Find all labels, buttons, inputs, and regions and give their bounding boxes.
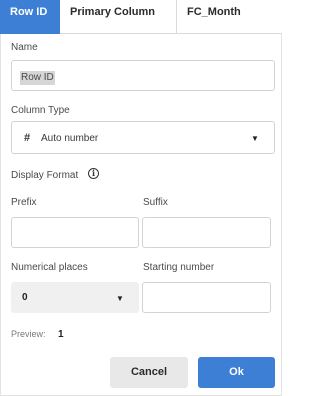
preview-label: Preview: xyxy=(11,329,46,339)
name-input[interactable]: Row ID xyxy=(11,60,275,91)
prefix-label: Prefix xyxy=(11,197,37,208)
display-format-label: Display Format xyxy=(11,170,79,181)
column-type-select[interactable]: # Auto number ▼ xyxy=(11,121,275,154)
starting-number-input[interactable] xyxy=(142,282,271,313)
name-input-value: Row ID xyxy=(20,71,55,85)
starting-number-label: Starting number xyxy=(143,262,215,273)
numerical-places-value: 0 xyxy=(22,292,28,303)
name-label: Name xyxy=(11,42,38,53)
suffix-label: Suffix xyxy=(143,197,168,208)
column-type-value: Auto number xyxy=(41,133,99,144)
chevron-down-icon: ▼ xyxy=(251,134,259,143)
hash-icon: # xyxy=(24,132,31,144)
column-type-label: Column Type xyxy=(11,105,70,116)
info-icon[interactable]: i xyxy=(88,168,99,179)
numerical-places-label: Numerical places xyxy=(11,262,88,273)
preview-value: 1 xyxy=(58,329,64,340)
tab-bar: Row ID Primary Column FC_Month xyxy=(0,0,282,34)
tab-row-id[interactable]: Row ID xyxy=(0,0,60,34)
chevron-down-icon: ▼ xyxy=(116,294,124,303)
suffix-input[interactable] xyxy=(142,217,271,248)
cancel-button[interactable]: Cancel xyxy=(110,357,188,388)
prefix-input[interactable] xyxy=(11,217,139,248)
ok-button[interactable]: Ok xyxy=(198,357,275,388)
tab-fc-month[interactable]: FC_Month xyxy=(176,0,282,34)
tab-primary-column[interactable]: Primary Column xyxy=(60,0,174,34)
numerical-places-select[interactable]: 0 ▼ xyxy=(11,282,139,313)
